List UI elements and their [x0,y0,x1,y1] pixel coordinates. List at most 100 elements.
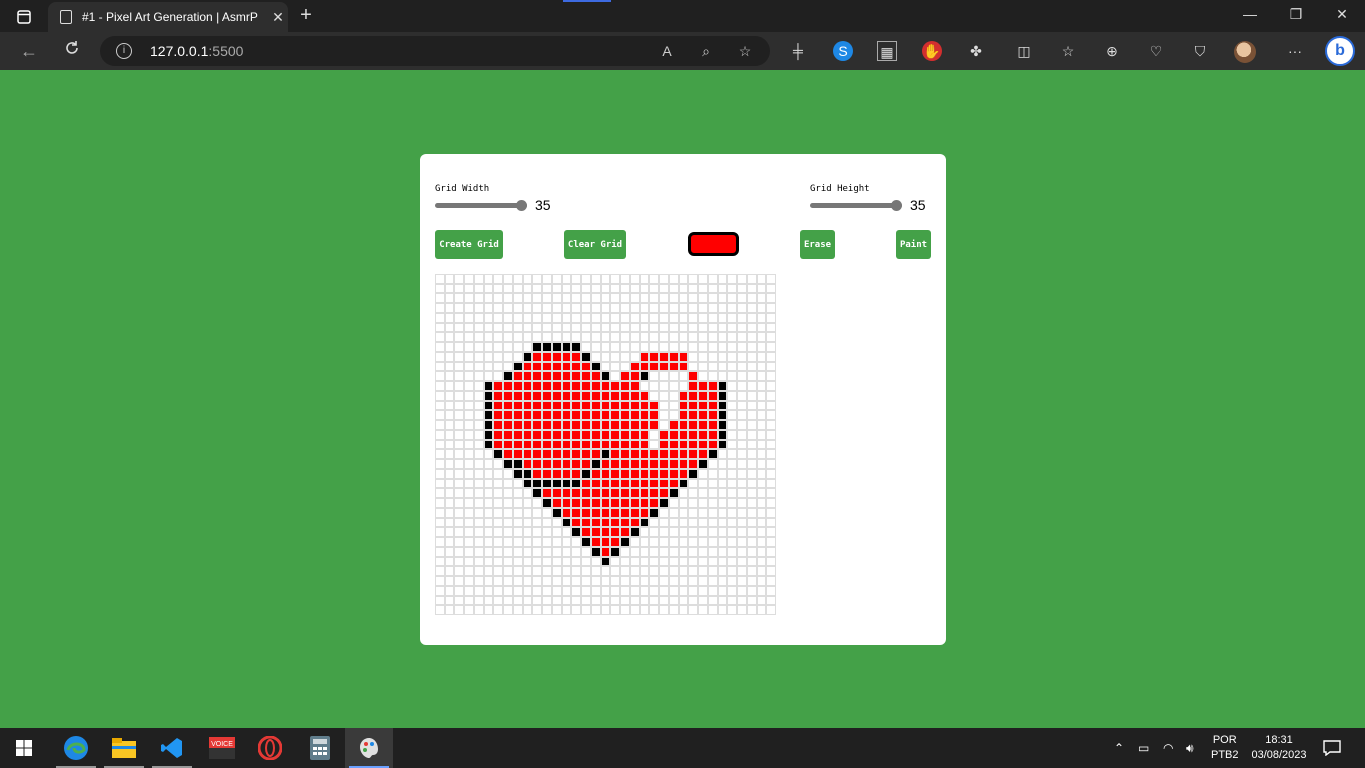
grid-cell[interactable] [737,527,747,538]
grid-cell[interactable] [522,322,533,333]
grid-cell[interactable] [688,429,699,440]
grid-cell[interactable] [629,420,640,430]
grid-cell[interactable] [610,478,621,489]
grid-cell[interactable] [659,322,669,333]
grid-cell[interactable] [698,498,708,508]
grid-cell[interactable] [756,488,767,499]
grid-cell[interactable] [542,312,552,323]
grid-cell[interactable] [483,283,494,294]
grid-cell[interactable] [483,429,494,440]
grid-cell[interactable] [737,537,747,547]
grid-cell[interactable] [473,585,484,596]
grid-cell[interactable] [746,381,757,391]
grid-cell[interactable] [444,556,455,567]
grid-cell[interactable] [610,390,621,401]
grid-cell[interactable] [512,488,523,499]
grid-cell[interactable] [571,390,582,401]
grid-cell[interactable] [590,400,601,411]
grid-cell[interactable] [727,351,738,362]
grid-cell[interactable] [620,420,630,430]
grid-cell[interactable] [512,449,523,460]
grid-cell[interactable] [678,429,689,440]
grid-cell[interactable] [561,537,572,547]
grid-cell[interactable] [590,361,601,372]
grid-cell[interactable] [668,478,679,489]
grid-cell[interactable] [649,381,660,391]
grid-cell[interactable] [571,342,582,352]
grid-cell[interactable] [561,312,572,323]
grid-cell[interactable] [737,478,747,489]
grid-cell[interactable] [639,556,650,567]
grid-cell[interactable] [503,517,513,528]
grid-cell[interactable] [454,274,465,284]
grid-cell[interactable] [464,488,474,499]
grid-cell[interactable] [600,410,611,421]
grid-cell[interactable] [542,293,552,304]
grid-cell[interactable] [649,390,660,401]
grid-cell[interactable] [503,585,513,596]
grid-cell[interactable] [473,361,484,372]
grid-cell[interactable] [493,595,504,606]
grid-cell[interactable] [473,381,484,391]
grid-cell[interactable] [698,283,708,294]
grid-cell[interactable] [746,322,757,333]
grid-cell[interactable] [493,351,504,362]
grid-cell[interactable] [746,410,757,421]
grid-cell[interactable] [766,468,776,479]
grid-cell[interactable] [561,332,572,343]
grid-cell[interactable] [737,546,747,557]
grid-cell[interactable] [561,449,572,460]
grid-cell[interactable] [620,293,630,304]
grid-cell[interactable] [629,517,640,528]
grid-cell[interactable] [717,303,728,313]
erase-button[interactable]: Erase [800,230,835,259]
grid-cell[interactable] [659,351,669,362]
grid-cell[interactable] [639,283,650,294]
grid-cell[interactable] [688,274,699,284]
grid-cell[interactable] [668,507,679,518]
grid-cell[interactable] [649,498,660,508]
grid-cell[interactable] [581,556,591,567]
grid-cell[interactable] [678,274,689,284]
grid-cell[interactable] [483,527,494,538]
grid-cell[interactable] [512,566,523,577]
new-tab-button[interactable]: + [294,4,318,27]
grid-cell[interactable] [727,400,738,411]
grid-cell[interactable] [766,537,776,547]
grid-cell[interactable] [581,351,591,362]
edge-app-icon[interactable] [52,728,100,768]
grid-cell[interactable] [444,303,455,313]
grid-cell[interactable] [610,332,621,343]
grid-cell[interactable] [493,400,504,411]
grid-cell[interactable] [737,488,747,499]
grid-cell[interactable] [551,576,562,586]
grid-cell[interactable] [493,449,504,460]
grid-cell[interactable] [435,576,445,586]
grid-cell[interactable] [756,556,767,567]
grid-cell[interactable] [717,420,728,430]
grid-cell[interactable] [532,293,543,304]
grid-cell[interactable] [727,381,738,391]
grid-cell[interactable] [473,371,484,382]
grid-cell[interactable] [707,507,718,518]
grid-cell[interactable] [483,303,494,313]
grid-cell[interactable] [464,420,474,430]
grid-cell[interactable] [464,332,474,343]
grid-cell[interactable] [678,361,689,372]
grid-cell[interactable] [435,420,445,430]
grid-cell[interactable] [717,566,728,577]
grid-cell[interactable] [483,410,494,421]
grid-cell[interactable] [727,293,738,304]
grid-cell[interactable] [512,585,523,596]
grid-cell[interactable] [766,595,776,606]
grid-cell[interactable] [698,595,708,606]
grid-cell[interactable] [464,468,474,479]
grid-cell[interactable] [766,498,776,508]
grid-cell[interactable] [464,459,474,469]
grid-cell[interactable] [532,371,543,382]
grid-cell[interactable] [620,576,630,586]
grid-cell[interactable] [707,381,718,391]
grid-cell[interactable] [727,566,738,577]
grid-cell[interactable] [746,400,757,411]
grid-cell[interactable] [464,274,474,284]
